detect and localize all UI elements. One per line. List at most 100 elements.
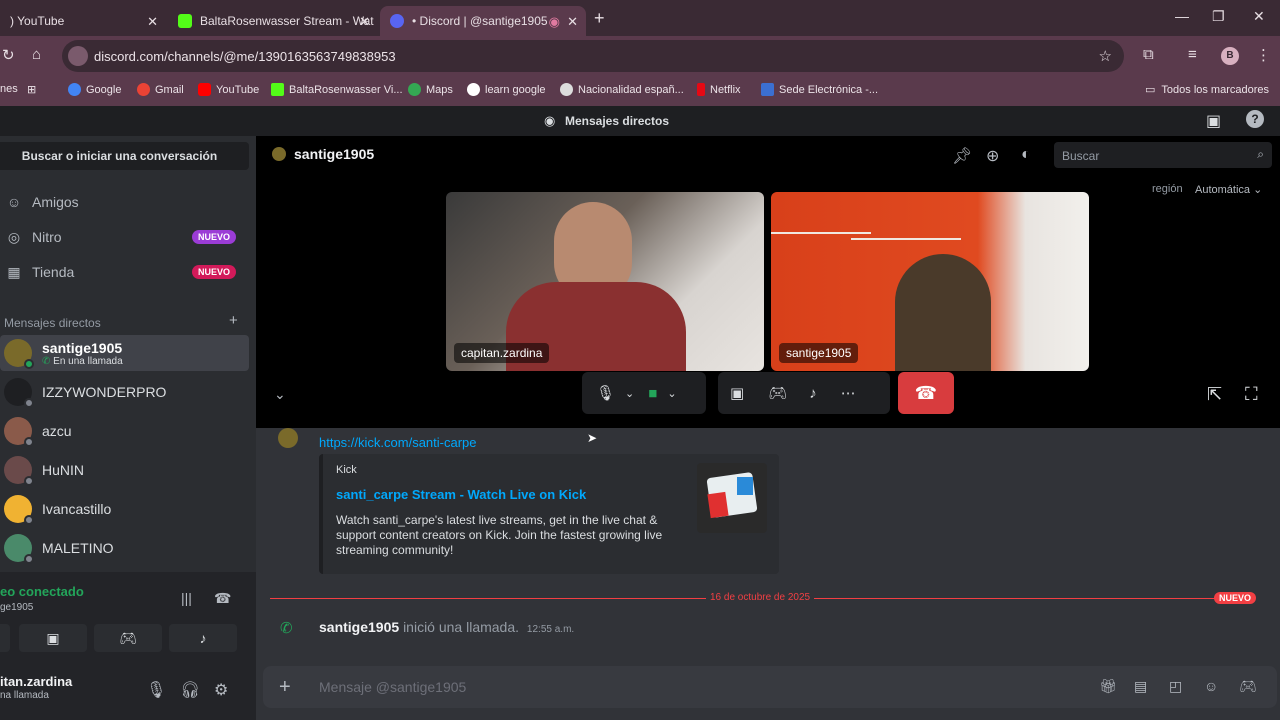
bookmark-gmail[interactable]: Gmail (137, 83, 184, 96)
embed-title[interactable]: santi_carpe Stream - Watch Live on Kick (336, 487, 586, 502)
close-icon[interactable]: ✕ (359, 14, 370, 30)
microphone-icon[interactable]: 🎙︎ (596, 384, 615, 402)
minimize-icon[interactable]: — (1175, 8, 1189, 24)
new-tab-icon[interactable]: + (594, 8, 605, 29)
share-screen-button[interactable]: ▣ (19, 624, 87, 652)
dm-item-maletino[interactable]: MALETINO (0, 530, 249, 566)
more-icon[interactable]: ⋯ (841, 384, 856, 402)
bookmark-kick[interactable]: BaltaRosenwasser Vi... (271, 83, 403, 96)
dm-item-hunin[interactable]: HuNIN (0, 452, 249, 488)
tab-kick[interactable]: BaltaRosenwasser Stream - Wat ✕ (168, 6, 378, 36)
new-badge: NUEVO (191, 265, 236, 279)
dm-item-azcu[interactable]: azcu (0, 413, 249, 449)
gear-icon[interactable]: ⚙ (214, 680, 228, 700)
extensions-icon[interactable]: ⧉ (1143, 46, 1154, 63)
dm-name: azcu (42, 423, 72, 439)
all-bookmarks[interactable]: ▭ Todos los marcadores (1145, 83, 1269, 97)
star-icon[interactable]: ☆ (1099, 47, 1112, 65)
tab-discord[interactable]: • Discord | @santige1905 ◉ ✕ (380, 6, 586, 36)
system-message-user[interactable]: santige1905 (319, 619, 399, 635)
help-icon[interactable]: ? (1246, 110, 1264, 128)
region-select[interactable]: Automática ⌄ (1195, 183, 1262, 196)
bookmark-truncated[interactable]: nes (0, 83, 18, 95)
discord-icon (390, 14, 404, 28)
url-field[interactable]: discord.com/channels/@me/139016356374983… (62, 40, 1124, 72)
message-composer[interactable]: + Mensaje @santige1905 🎁︎ ▤ ◰ ☺ 🎮︎ (263, 666, 1277, 708)
profile-icon[interactable]: ◐ (1021, 146, 1031, 164)
close-window-icon[interactable]: ✕ (1253, 8, 1265, 25)
avatar (4, 456, 34, 486)
folder-icon: ▭ (1145, 84, 1156, 96)
inbox-icon[interactable]: ▣ (1206, 111, 1221, 131)
screen-share-icon[interactable]: ▣ (730, 384, 744, 402)
dm-item-izzywonderpro[interactable]: IZZYWONDERPRO (0, 374, 249, 410)
maximize-icon[interactable]: ❐ (1212, 8, 1225, 25)
reload-icon[interactable]: ↻ (2, 46, 15, 64)
menu-icon[interactable]: ⋮ (1256, 46, 1271, 64)
profile-avatar[interactable]: B (1221, 47, 1239, 65)
popout-icon[interactable]: ⇱ (1207, 384, 1222, 405)
site-info-icon[interactable] (68, 46, 88, 66)
emoji-icon[interactable]: ☺ (1204, 678, 1218, 694)
sidebar-item-shop[interactable]: ▦ Tienda NUEVO (0, 256, 250, 288)
camera-icon[interactable]: ■ (648, 385, 657, 402)
home-icon[interactable]: ⌂ (32, 46, 41, 63)
disconnect-icon[interactable]: ☎ (214, 590, 231, 607)
pin-icon[interactable]: 📌︎ (952, 146, 972, 166)
participant-name: santige1905 (779, 343, 859, 363)
bookmark-learn-google[interactable]: learn google (467, 83, 546, 96)
bookmark-google[interactable]: Google (68, 83, 121, 96)
camera-button[interactable] (0, 624, 10, 652)
fullscreen-icon[interactable]: ⛶ (1245, 384, 1258, 405)
bookmark-nacionalidad[interactable]: Nacionalidad españ... (560, 83, 684, 96)
close-icon[interactable]: ✕ (147, 14, 158, 30)
gift-icon[interactable]: 🎁︎ (1099, 678, 1117, 695)
participant-tile[interactable]: capitan.zardina (446, 192, 764, 371)
chevron-down-icon[interactable]: ⌄ (625, 387, 634, 400)
bookmark-youtube[interactable]: YouTube (198, 83, 259, 96)
headphones-icon[interactable]: 🎧︎ (180, 680, 200, 700)
media-icon[interactable]: ≡ (1188, 46, 1197, 63)
activity-button[interactable]: 🎮︎ (94, 624, 162, 652)
url-text: discord.com/channels/@me/139016356374983… (94, 49, 396, 64)
gif-icon[interactable]: ▤ (1134, 678, 1147, 695)
bookmark-maps[interactable]: Maps (408, 83, 453, 96)
mic-video-controls: 🎙︎ ⌄ ■ ⌄ (582, 372, 706, 414)
recording-icon: ◉ (548, 14, 560, 29)
participant-tile[interactable]: santige1905 (771, 192, 1089, 371)
sticker-icon[interactable]: ◰ (1169, 678, 1182, 695)
hangup-icon: ☎ (914, 382, 938, 403)
soundboard-button[interactable]: ♪ (169, 624, 237, 652)
dm-item-ivancastillo[interactable]: Ivancastillo (0, 491, 249, 527)
region-label: región (1152, 183, 1183, 195)
add-dm-icon[interactable]: + (229, 312, 238, 329)
kick-mascot (737, 477, 753, 495)
microphone-icon[interactable]: 🎙︎ (146, 680, 166, 700)
tab-youtube[interactable]: ) YouTube ✕ (0, 6, 166, 36)
bookmark-netflix[interactable]: Netflix (697, 83, 741, 96)
avatar (4, 495, 34, 525)
gamepad-icon[interactable]: 🎮︎ (1239, 678, 1257, 695)
add-attachment-icon[interactable]: + (279, 676, 291, 699)
bookmark-sede[interactable]: Sede Electrónica -... (761, 83, 878, 96)
bookmarks-bar: nes ⊞ Google Gmail YouTube BaltaRosenwas… (0, 76, 1280, 106)
search-conversation-button[interactable]: Buscar o iniciar una conversación (0, 142, 249, 170)
end-call-button[interactable]: ☎ (898, 372, 954, 414)
message-input[interactable]: Mensaje @santige1905 (319, 679, 466, 695)
discord-title-bar: ◉ Mensajes directos ▣ ? (0, 106, 1280, 136)
apps-icon[interactable]: ⊞ (27, 83, 36, 96)
kick-icon (178, 14, 192, 28)
add-friend-icon[interactable]: ⊕ (986, 146, 999, 166)
sidebar-item-friends[interactable]: ☺ Amigos (0, 186, 250, 218)
chevron-down-icon[interactable]: ⌄ (274, 386, 286, 403)
close-icon[interactable]: ✕ (567, 14, 578, 30)
gamepad-icon[interactable]: 🎮︎ (768, 384, 787, 402)
soundboard-icon[interactable]: ♪ (809, 385, 817, 402)
noise-suppression-icon[interactable]: ||| (181, 590, 192, 606)
dm-item-santige1905[interactable]: santige1905 ✆ En una llamada (0, 335, 249, 371)
status-indicator (24, 398, 34, 408)
sidebar-item-nitro[interactable]: ◎ Nitro NUEVO (0, 221, 250, 253)
search-input[interactable]: Buscar ⌕ (1054, 142, 1272, 168)
chevron-down-icon[interactable]: ⌄ (667, 387, 676, 400)
message-link[interactable]: https://kick.com/santi-carpe (319, 435, 477, 450)
